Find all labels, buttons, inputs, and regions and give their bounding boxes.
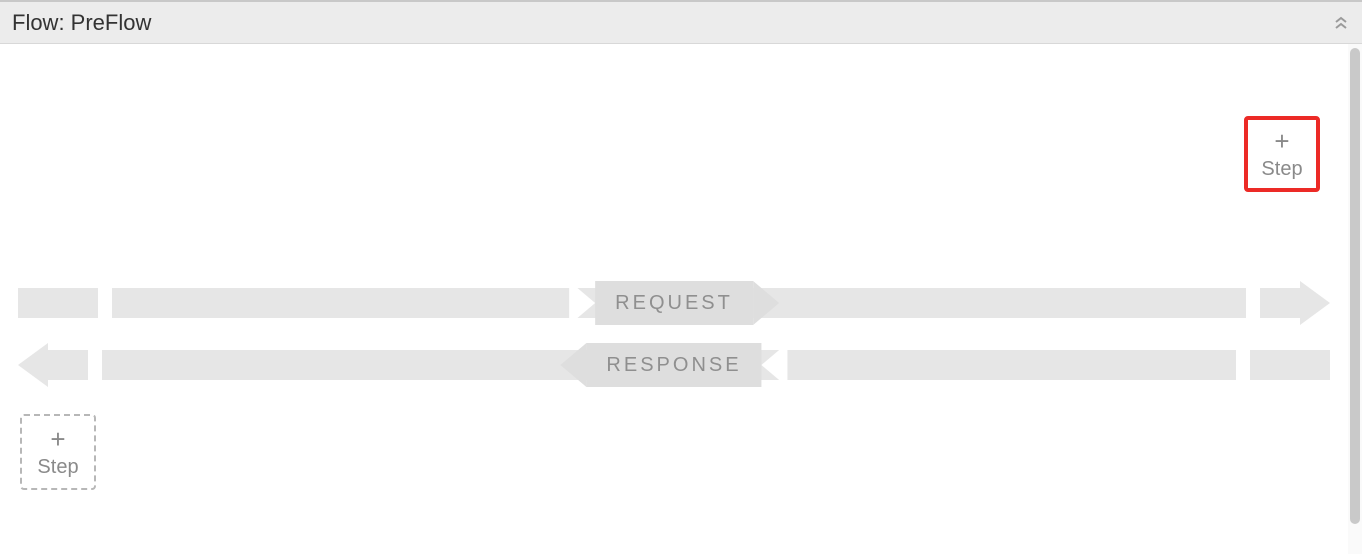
request-badge: REQUEST <box>569 281 779 325</box>
panel-header: Flow: PreFlow <box>0 2 1362 44</box>
flow-canvas: + Step REQUEST <box>0 44 1348 554</box>
add-step-request-button[interactable]: + Step <box>1244 116 1320 192</box>
chevron-up-double-icon <box>1333 15 1349 31</box>
response-lane: RESPONSE <box>18 350 1330 380</box>
request-lane: REQUEST <box>18 288 1330 318</box>
response-label: RESPONSE <box>586 343 761 387</box>
add-step-label: Step <box>1261 158 1302 181</box>
scrollbar-thumb[interactable] <box>1350 48 1360 524</box>
vertical-scrollbar[interactable] <box>1348 44 1362 554</box>
arrow-right-icon <box>1300 281 1330 325</box>
plus-icon: + <box>1274 128 1289 154</box>
add-step-response-button[interactable]: + Step <box>20 414 96 490</box>
flow-panel: Flow: PreFlow + Step <box>0 0 1362 554</box>
add-step-label: Step <box>37 456 78 479</box>
panel-body: + Step REQUEST <box>0 44 1362 554</box>
request-label: REQUEST <box>595 281 753 325</box>
arrow-left-icon <box>18 343 48 387</box>
response-badge: RESPONSE <box>560 343 787 387</box>
collapse-panel-button[interactable] <box>1330 12 1352 34</box>
panel-title: Flow: PreFlow <box>12 10 151 36</box>
plus-icon: + <box>50 426 65 452</box>
